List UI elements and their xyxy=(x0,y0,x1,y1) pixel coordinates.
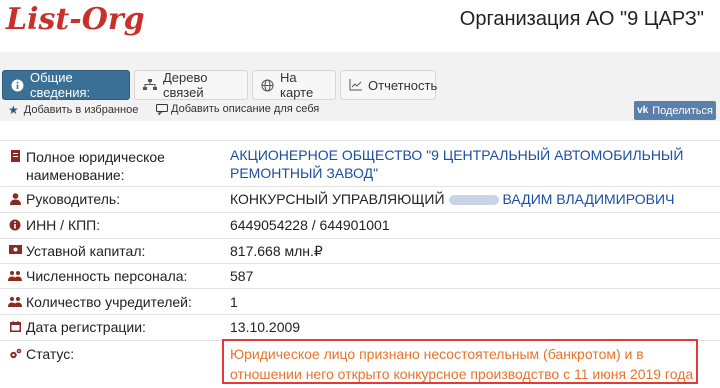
actions-bar: ★ Добавить в избранное Добавить описание… xyxy=(0,103,720,121)
inn-label: ИНН / КПП: xyxy=(8,217,100,233)
founders-value: 1 xyxy=(230,294,238,310)
info-icon xyxy=(11,79,24,92)
status-label: Статус: xyxy=(8,346,74,362)
full-name-value: АКЦИОНЕРНОЕ ОБЩЕСТВО "9 ЦЕНТРАЛЬНЫЙ АВТО… xyxy=(230,147,684,181)
chart-icon xyxy=(349,79,362,91)
staff-label: Численность персонала: xyxy=(8,268,187,284)
comment-icon xyxy=(156,103,168,115)
add-favorite-label: Добавить в избранное xyxy=(23,104,139,116)
document-icon xyxy=(8,148,22,162)
tab-relations-tree[interactable]: Дерево связей xyxy=(134,70,248,100)
registration-date-label: Дата регистрации: xyxy=(8,319,146,335)
money-icon xyxy=(8,243,22,254)
manager-value: КОНКУРСНЫЙ УПРАВЛЯЮЩИЙ ВАДИМ ВЛАДИМИРОВИЧ xyxy=(230,191,674,207)
capital-label: Уставной капитал: xyxy=(8,243,145,259)
add-favorite-link[interactable]: ★ Добавить в избранное xyxy=(8,103,138,117)
site-logo[interactable]: List-Org xyxy=(6,2,145,37)
inn-value: 6449054228 / 644901001 xyxy=(230,217,390,233)
vk-icon: vk xyxy=(637,105,649,116)
founders-label: Количество учредителей: xyxy=(8,294,192,310)
user-icon xyxy=(8,191,22,205)
share-button[interactable]: vk Поделиться xyxy=(634,101,716,120)
registration-date-value: 13.10.2009 xyxy=(230,319,301,335)
manager-name-link[interactable]: ВАДИМ ВЛАДИМИРОВИЧ xyxy=(503,191,675,207)
redacted-surname xyxy=(448,195,499,206)
globe-icon xyxy=(261,79,274,92)
staff-value: 587 xyxy=(230,268,254,284)
header: List-Org Организация АО "9 ЦАРЗ" xyxy=(0,0,720,52)
cogs-icon xyxy=(8,346,22,360)
capital-value: 817.668 млн.₽ xyxy=(230,243,323,259)
status-value: Юридическое лицо признано несостоятельны… xyxy=(230,346,694,382)
tab-reports[interactable]: Отчетность xyxy=(340,70,438,100)
info-circle-icon xyxy=(8,217,22,231)
calendar-icon xyxy=(8,319,22,332)
star-icon: ★ xyxy=(8,103,19,117)
tab-label: Дерево связей xyxy=(163,70,208,100)
share-label: Поделиться xyxy=(652,104,713,117)
add-description-link[interactable]: Добавить описание для себя xyxy=(156,103,319,115)
full-name-label: Полное юридическое наименование: xyxy=(8,148,218,184)
page-title: Организация АО "9 ЦАРЗ" xyxy=(459,8,704,30)
add-description-label: Добавить описание для себя xyxy=(171,103,320,115)
users-icon xyxy=(8,268,22,281)
founders-icon xyxy=(8,294,22,307)
tab-label: Отчетность xyxy=(368,77,438,93)
tab-general-info[interactable]: Общие сведения: xyxy=(2,70,130,100)
tab-label: На карте xyxy=(280,70,314,100)
manager-position: КОНКУРСНЫЙ УПРАВЛЯЮЩИЙ xyxy=(230,191,445,207)
sitemap-icon xyxy=(143,79,157,91)
tab-label: Общие сведения: xyxy=(30,70,91,100)
tab-map[interactable]: На карте xyxy=(252,70,336,100)
manager-label: Руководитель: xyxy=(8,191,120,207)
